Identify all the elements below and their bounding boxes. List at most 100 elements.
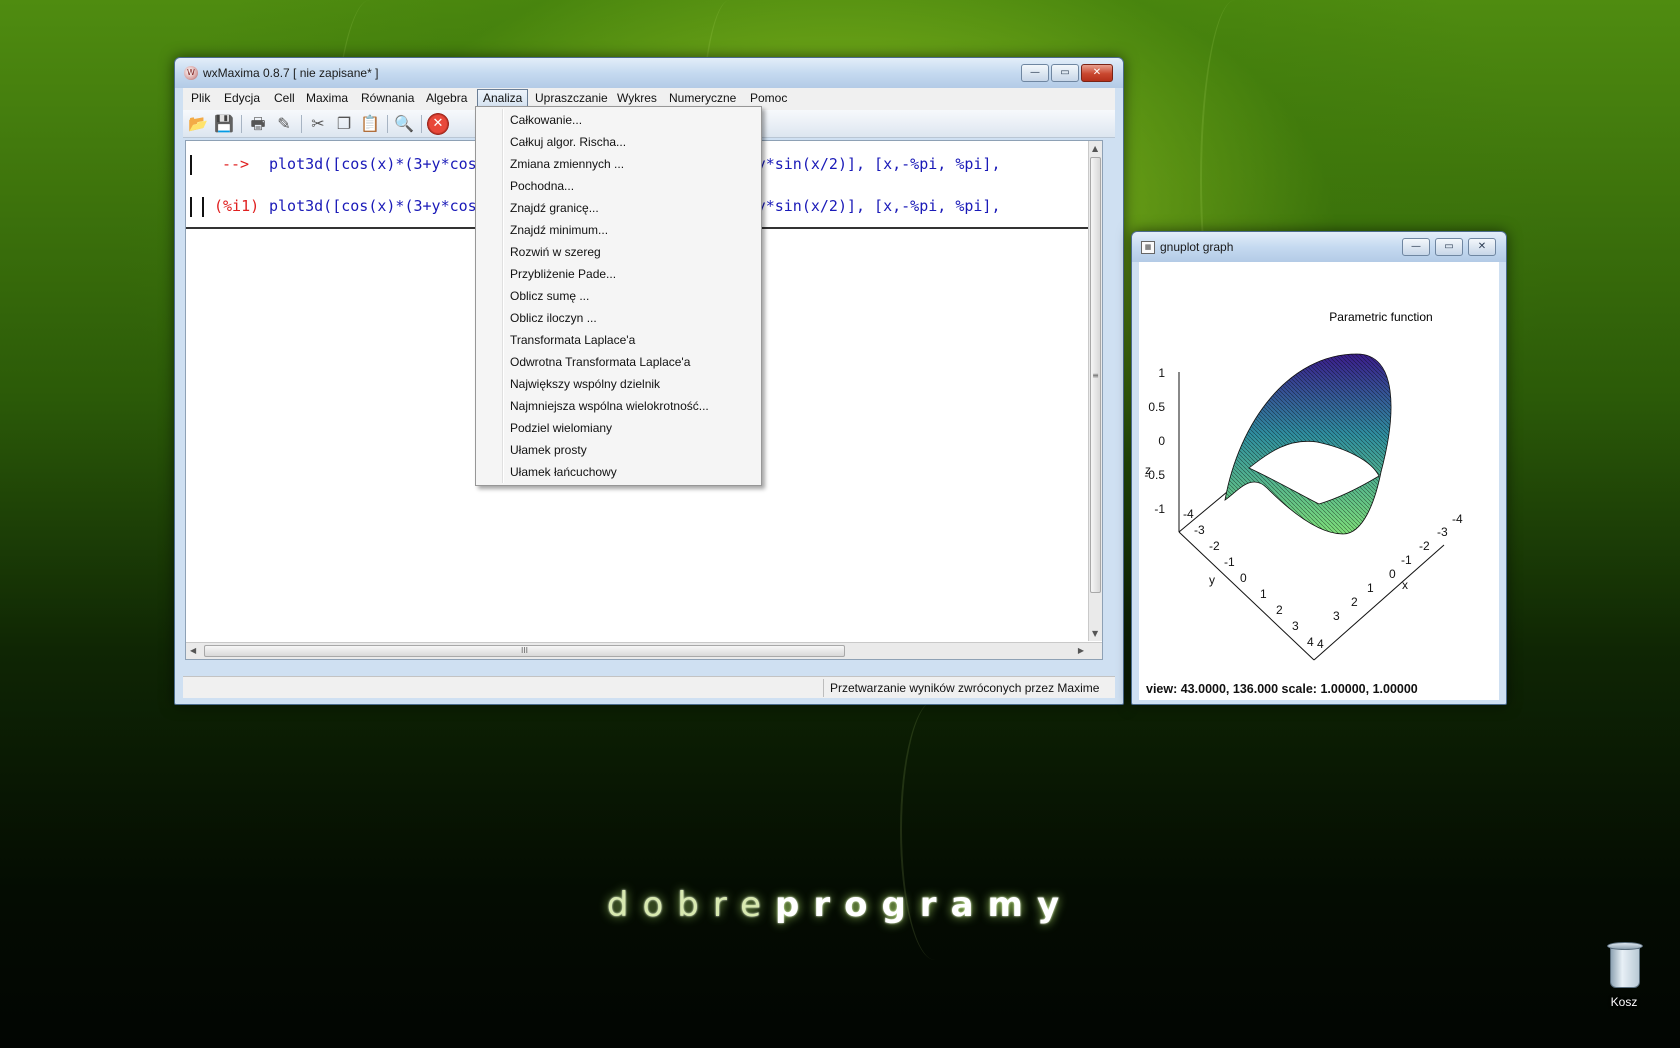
scroll-right-icon[interactable]: ▶ <box>1078 646 1084 655</box>
menu-item-podziel-wielomiany[interactable]: Podziel wielomiany <box>510 418 612 438</box>
menu-analiza[interactable]: Analiza <box>477 89 529 107</box>
y-tick: 2 <box>1276 603 1283 617</box>
scroll-left-icon[interactable]: ◀ <box>190 646 196 655</box>
x-axis-label: x <box>1402 578 1408 592</box>
gnuplot-window-title: gnuplot graph <box>1160 240 1234 254</box>
cell-prompt: (%i1) <box>214 197 260 215</box>
menu-item-nww[interactable]: Najmniejsza wspólna wielokrotność... <box>510 396 709 416</box>
menu-item-szereg[interactable]: Rozwiń w szereg <box>510 242 601 262</box>
x-tick: -3 <box>1437 525 1448 539</box>
y-tick: -3 <box>1194 523 1205 537</box>
gnuplot-titlebar[interactable]: ▦ gnuplot graph — ▭ ✕ <box>1132 232 1506 262</box>
toolbar-separator <box>301 115 302 133</box>
toolbar-separator <box>241 115 242 133</box>
menu-wykres[interactable]: Wykres <box>617 91 657 105</box>
x-tick: -2 <box>1419 539 1430 553</box>
minimize-button[interactable]: — <box>1021 64 1049 82</box>
y-tick: 3 <box>1292 619 1299 633</box>
config-icon[interactable]: ✎ <box>273 113 295 135</box>
menu-item-laplace[interactable]: Transformata Laplace'a <box>510 330 635 350</box>
x-tick: 4 <box>1317 637 1324 651</box>
recycle-bin-label[interactable]: Kosz <box>1598 995 1650 1009</box>
close-button[interactable]: ✕ <box>1081 64 1113 82</box>
gnuplot-maximize-button[interactable]: ▭ <box>1435 238 1463 256</box>
vertical-scroll-thumb[interactable]: ≡ <box>1090 157 1101 593</box>
cell-prompt: --> <box>222 155 250 173</box>
z-axis-label: z <box>1145 463 1151 477</box>
menu-item-granica[interactable]: Znajdź granicę... <box>510 198 599 218</box>
cell-bracket[interactable] <box>190 197 204 217</box>
wxmaxima-titlebar[interactable]: W wxMaxima 0.8.7 [ nie zapisane* ] — ▭ ✕ <box>175 58 1123 88</box>
y-tick: 1 <box>1260 587 1267 601</box>
recycle-bin-icon[interactable] <box>1604 942 1644 992</box>
menu-item-minimum[interactable]: Znajdź minimum... <box>510 220 608 240</box>
y-tick: -1 <box>1224 555 1235 569</box>
toolbar-separator <box>387 115 388 133</box>
gnuplot-status-text: view: 43.0000, 136.000 scale: 1.00000, 1… <box>1146 682 1418 696</box>
z-tick: 0 <box>1158 434 1165 448</box>
status-bar: Przetwarzanie wyników zwróconych przez M… <box>183 676 1115 698</box>
open-icon[interactable]: 📂 <box>187 113 209 135</box>
window-title: wxMaxima 0.8.7 [ nie zapisane* ] <box>203 66 379 80</box>
scroll-down-icon[interactable]: ▼ <box>1092 629 1098 638</box>
gnuplot-window: ▦ gnuplot graph — ▭ ✕ Parametric functio… <box>1131 231 1507 705</box>
y-tick: 0 <box>1240 571 1247 585</box>
menu-item-nwd[interactable]: Największy wspólny dzielnik <box>510 374 660 394</box>
stop-icon[interactable]: ✕ <box>427 113 449 135</box>
analiza-dropdown-menu: Całkowanie... Całkuj algor. Rischa... Zm… <box>475 106 762 486</box>
menu-plik[interactable]: Plik <box>191 91 210 105</box>
x-tick: 2 <box>1351 595 1358 609</box>
x-tick: 0 <box>1389 567 1396 581</box>
gnuplot-canvas[interactable]: Parametric function 1 0.5 0 -0.5 -1 z -4… <box>1139 262 1499 700</box>
z-tick: 1 <box>1158 366 1165 380</box>
menu-algebra[interactable]: Algebra <box>426 91 467 105</box>
menu-numeryczne[interactable]: Numeryczne <box>669 91 736 105</box>
menu-item-iloczyn[interactable]: Oblicz iloczyn ... <box>510 308 597 328</box>
y-tick: 4 <box>1307 635 1314 649</box>
menu-item-pade[interactable]: Przybliżenie Pade... <box>510 264 616 284</box>
horizontal-scrollbar[interactable]: ◀ III ▶ <box>186 642 1102 659</box>
maximize-button[interactable]: ▭ <box>1051 64 1079 82</box>
z-tick: 0.5 <box>1148 400 1165 414</box>
wxmaxima-app-icon: W <box>184 66 198 80</box>
brand-bold-text: programy <box>775 885 1074 925</box>
scroll-up-icon[interactable]: ▲ <box>1092 144 1098 153</box>
status-text: Przetwarzanie wyników zwróconych przez M… <box>823 679 1113 697</box>
print-icon[interactable]: 🖶 <box>247 113 269 135</box>
desktop-brand-logo: dobreprogramy <box>0 885 1680 925</box>
find-icon[interactable]: 🔍 <box>393 113 415 135</box>
menu-item-zmiana-zmiennych[interactable]: Zmiana zmiennych ... <box>510 154 624 174</box>
menu-item-ulamek-lancuchowy[interactable]: Ułamek łańcuchowy <box>510 462 617 482</box>
parametric-surface-plot: 1 0.5 0 -0.5 -1 z -4 -3 -2 -1 0 1 2 3 4 … <box>1144 353 1463 661</box>
x-tick: -1 <box>1401 553 1412 567</box>
menu-item-pochodna[interactable]: Pochodna... <box>510 176 574 196</box>
gnuplot-close-button[interactable]: ✕ <box>1468 238 1496 256</box>
menu-cell[interactable]: Cell <box>274 91 295 105</box>
y-tick: -2 <box>1209 539 1220 553</box>
menu-maxima[interactable]: Maxima <box>306 91 348 105</box>
cut-icon[interactable]: ✂ <box>307 113 329 135</box>
menu-edycja[interactable]: Edycja <box>224 91 260 105</box>
z-axis-ticks: 1 0.5 0 -0.5 -1 z <box>1144 366 1165 516</box>
menu-item-odwrotna-laplace[interactable]: Odwrotna Transformata Laplace'a <box>510 352 690 372</box>
z-tick: -1 <box>1154 502 1165 516</box>
vertical-scrollbar[interactable]: ▲ ≡ ▼ <box>1088 141 1102 641</box>
paste-icon[interactable]: 📋 <box>359 113 381 135</box>
copy-icon[interactable]: ❐ <box>333 113 355 135</box>
x-tick: 3 <box>1333 609 1340 623</box>
x-tick: 1 <box>1367 581 1374 595</box>
menu-upraszczanie[interactable]: Upraszczanie <box>535 91 608 105</box>
menu-item-ulamek-prosty[interactable]: Ułamek prosty <box>510 440 587 460</box>
menu-item-calkuj-rischa[interactable]: Całkuj algor. Rischa... <box>510 132 626 152</box>
gnuplot-minimize-button[interactable]: — <box>1402 238 1430 256</box>
gnuplot-app-icon: ▦ <box>1141 241 1155 254</box>
y-axis-ticks: -4 -3 -2 -1 0 1 2 3 4 y <box>1183 507 1314 649</box>
menu-item-suma[interactable]: Oblicz sumę ... <box>510 286 589 306</box>
menu-rownania[interactable]: Równania <box>361 91 414 105</box>
cell-bracket[interactable] <box>190 155 202 175</box>
save-icon[interactable]: 💾 <box>213 113 235 135</box>
horizontal-scroll-thumb[interactable]: III <box>204 645 845 657</box>
brand-thin-text: dobre <box>606 885 775 925</box>
menu-pomoc[interactable]: Pomoc <box>750 91 787 105</box>
menu-item-calkowanie[interactable]: Całkowanie... <box>510 110 582 130</box>
